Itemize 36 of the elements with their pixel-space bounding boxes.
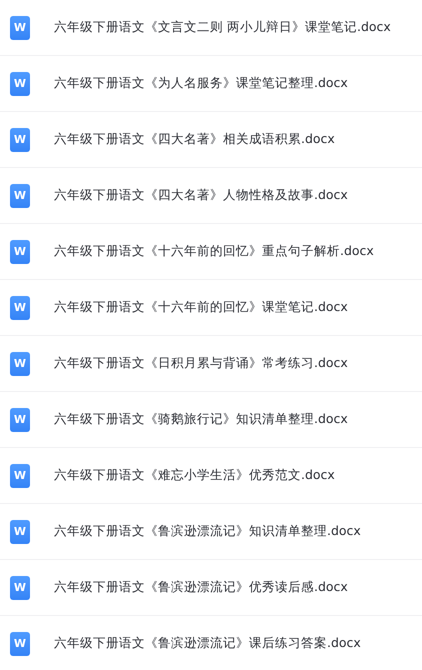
word-document-icon: W xyxy=(10,240,30,264)
file-row[interactable]: W 六年级下册语文《骑鹅旅行记》知识清单整理.docx xyxy=(0,392,422,448)
file-name: 六年级下册语文《骑鹅旅行记》知识清单整理.docx xyxy=(54,411,348,428)
file-name: 六年级下册语文《文言文二则 两小儿辩日》课堂笔记.docx xyxy=(54,19,391,36)
file-name: 六年级下册语文《十六年前的回忆》课堂笔记.docx xyxy=(54,299,348,316)
word-document-icon: W xyxy=(10,16,30,40)
file-name: 六年级下册语文《日积月累与背诵》常考练习.docx xyxy=(54,355,348,372)
file-row[interactable]: W 六年级下册语文《难忘小学生活》优秀范文.docx xyxy=(0,448,422,504)
word-document-icon: W xyxy=(10,576,30,600)
file-row[interactable]: W 六年级下册语文《四大名著》人物性格及故事.docx xyxy=(0,168,422,224)
file-row[interactable]: W 六年级下册语文《四大名著》相关成语积累.docx xyxy=(0,112,422,168)
file-row[interactable]: W 六年级下册语文《文言文二则 两小儿辩日》课堂笔记.docx xyxy=(0,0,422,56)
word-document-icon: W xyxy=(10,520,30,544)
file-row[interactable]: W 六年级下册语文《为人名服务》课堂笔记整理.docx xyxy=(0,56,422,112)
word-document-icon: W xyxy=(10,408,30,432)
word-document-icon: W xyxy=(10,632,30,656)
word-document-icon: W xyxy=(10,128,30,152)
file-name: 六年级下册语文《为人名服务》课堂笔记整理.docx xyxy=(54,75,348,92)
file-name: 六年级下册语文《鲁滨逊漂流记》优秀读后感.docx xyxy=(54,579,348,596)
word-document-icon: W xyxy=(10,72,30,96)
file-row[interactable]: W 六年级下册语文《十六年前的回忆》重点句子解析.docx xyxy=(0,224,422,280)
word-document-icon: W xyxy=(10,184,30,208)
file-row[interactable]: W 六年级下册语文《鲁滨逊漂流记》课后练习答案.docx xyxy=(0,616,422,670)
file-name: 六年级下册语文《四大名著》人物性格及故事.docx xyxy=(54,187,348,204)
word-document-icon: W xyxy=(10,296,30,320)
file-row[interactable]: W 六年级下册语文《日积月累与背诵》常考练习.docx xyxy=(0,336,422,392)
word-document-icon: W xyxy=(10,464,30,488)
file-name: 六年级下册语文《十六年前的回忆》重点句子解析.docx xyxy=(54,243,374,260)
file-name: 六年级下册语文《难忘小学生活》优秀范文.docx xyxy=(54,467,335,484)
file-name: 六年级下册语文《鲁滨逊漂流记》知识清单整理.docx xyxy=(54,523,361,540)
file-name: 六年级下册语文《鲁滨逊漂流记》课后练习答案.docx xyxy=(54,635,361,652)
file-name: 六年级下册语文《四大名著》相关成语积累.docx xyxy=(54,131,335,148)
file-row[interactable]: W 六年级下册语文《鲁滨逊漂流记》优秀读后感.docx xyxy=(0,560,422,616)
file-row[interactable]: W 六年级下册语文《鲁滨逊漂流记》知识清单整理.docx xyxy=(0,504,422,560)
file-row[interactable]: W 六年级下册语文《十六年前的回忆》课堂笔记.docx xyxy=(0,280,422,336)
word-document-icon: W xyxy=(10,352,30,376)
